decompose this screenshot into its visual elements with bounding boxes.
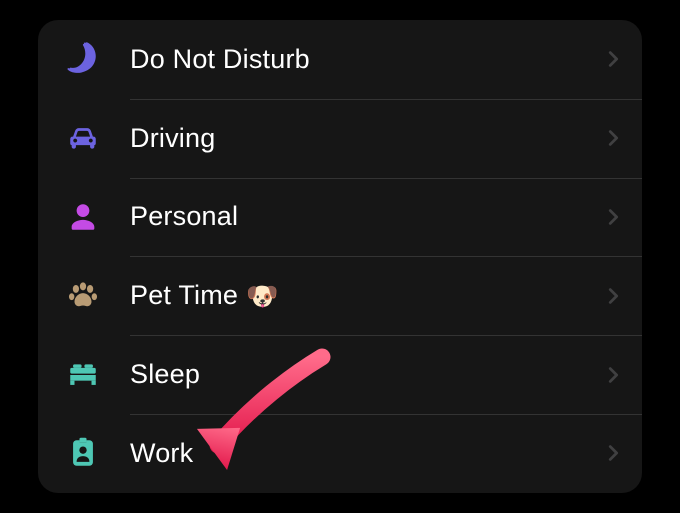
chevron-right-icon (602, 285, 624, 307)
focus-item-dnd[interactable]: Do Not Disturb (38, 20, 642, 99)
moon-icon (66, 42, 130, 76)
chevron-right-icon (602, 127, 624, 149)
focus-item-pettime[interactable]: Pet Time 🐶 (38, 256, 642, 335)
dog-emoji: 🐶 (246, 283, 279, 309)
focus-label: Driving (130, 123, 602, 154)
badge-icon (66, 436, 130, 470)
focus-label: Pet Time 🐶 (130, 280, 602, 311)
paw-icon (66, 279, 130, 313)
focus-label: Sleep (130, 359, 602, 390)
car-icon (66, 121, 130, 155)
focus-label: Do Not Disturb (130, 44, 602, 75)
focus-item-personal[interactable]: Personal (38, 178, 642, 257)
chevron-right-icon (602, 364, 624, 386)
focus-modes-list: Do Not Disturb Driving Personal (38, 20, 642, 493)
focus-label: Personal (130, 201, 602, 232)
chevron-right-icon (602, 206, 624, 228)
focus-item-sleep[interactable]: Sleep (38, 335, 642, 414)
focus-label: Work (130, 438, 602, 469)
focus-label-text: Pet Time (130, 280, 238, 311)
chevron-right-icon (602, 442, 624, 464)
focus-item-work[interactable]: Work (38, 414, 642, 493)
focus-item-driving[interactable]: Driving (38, 99, 642, 178)
bed-icon (66, 358, 130, 392)
person-icon (66, 200, 130, 234)
chevron-right-icon (602, 48, 624, 70)
